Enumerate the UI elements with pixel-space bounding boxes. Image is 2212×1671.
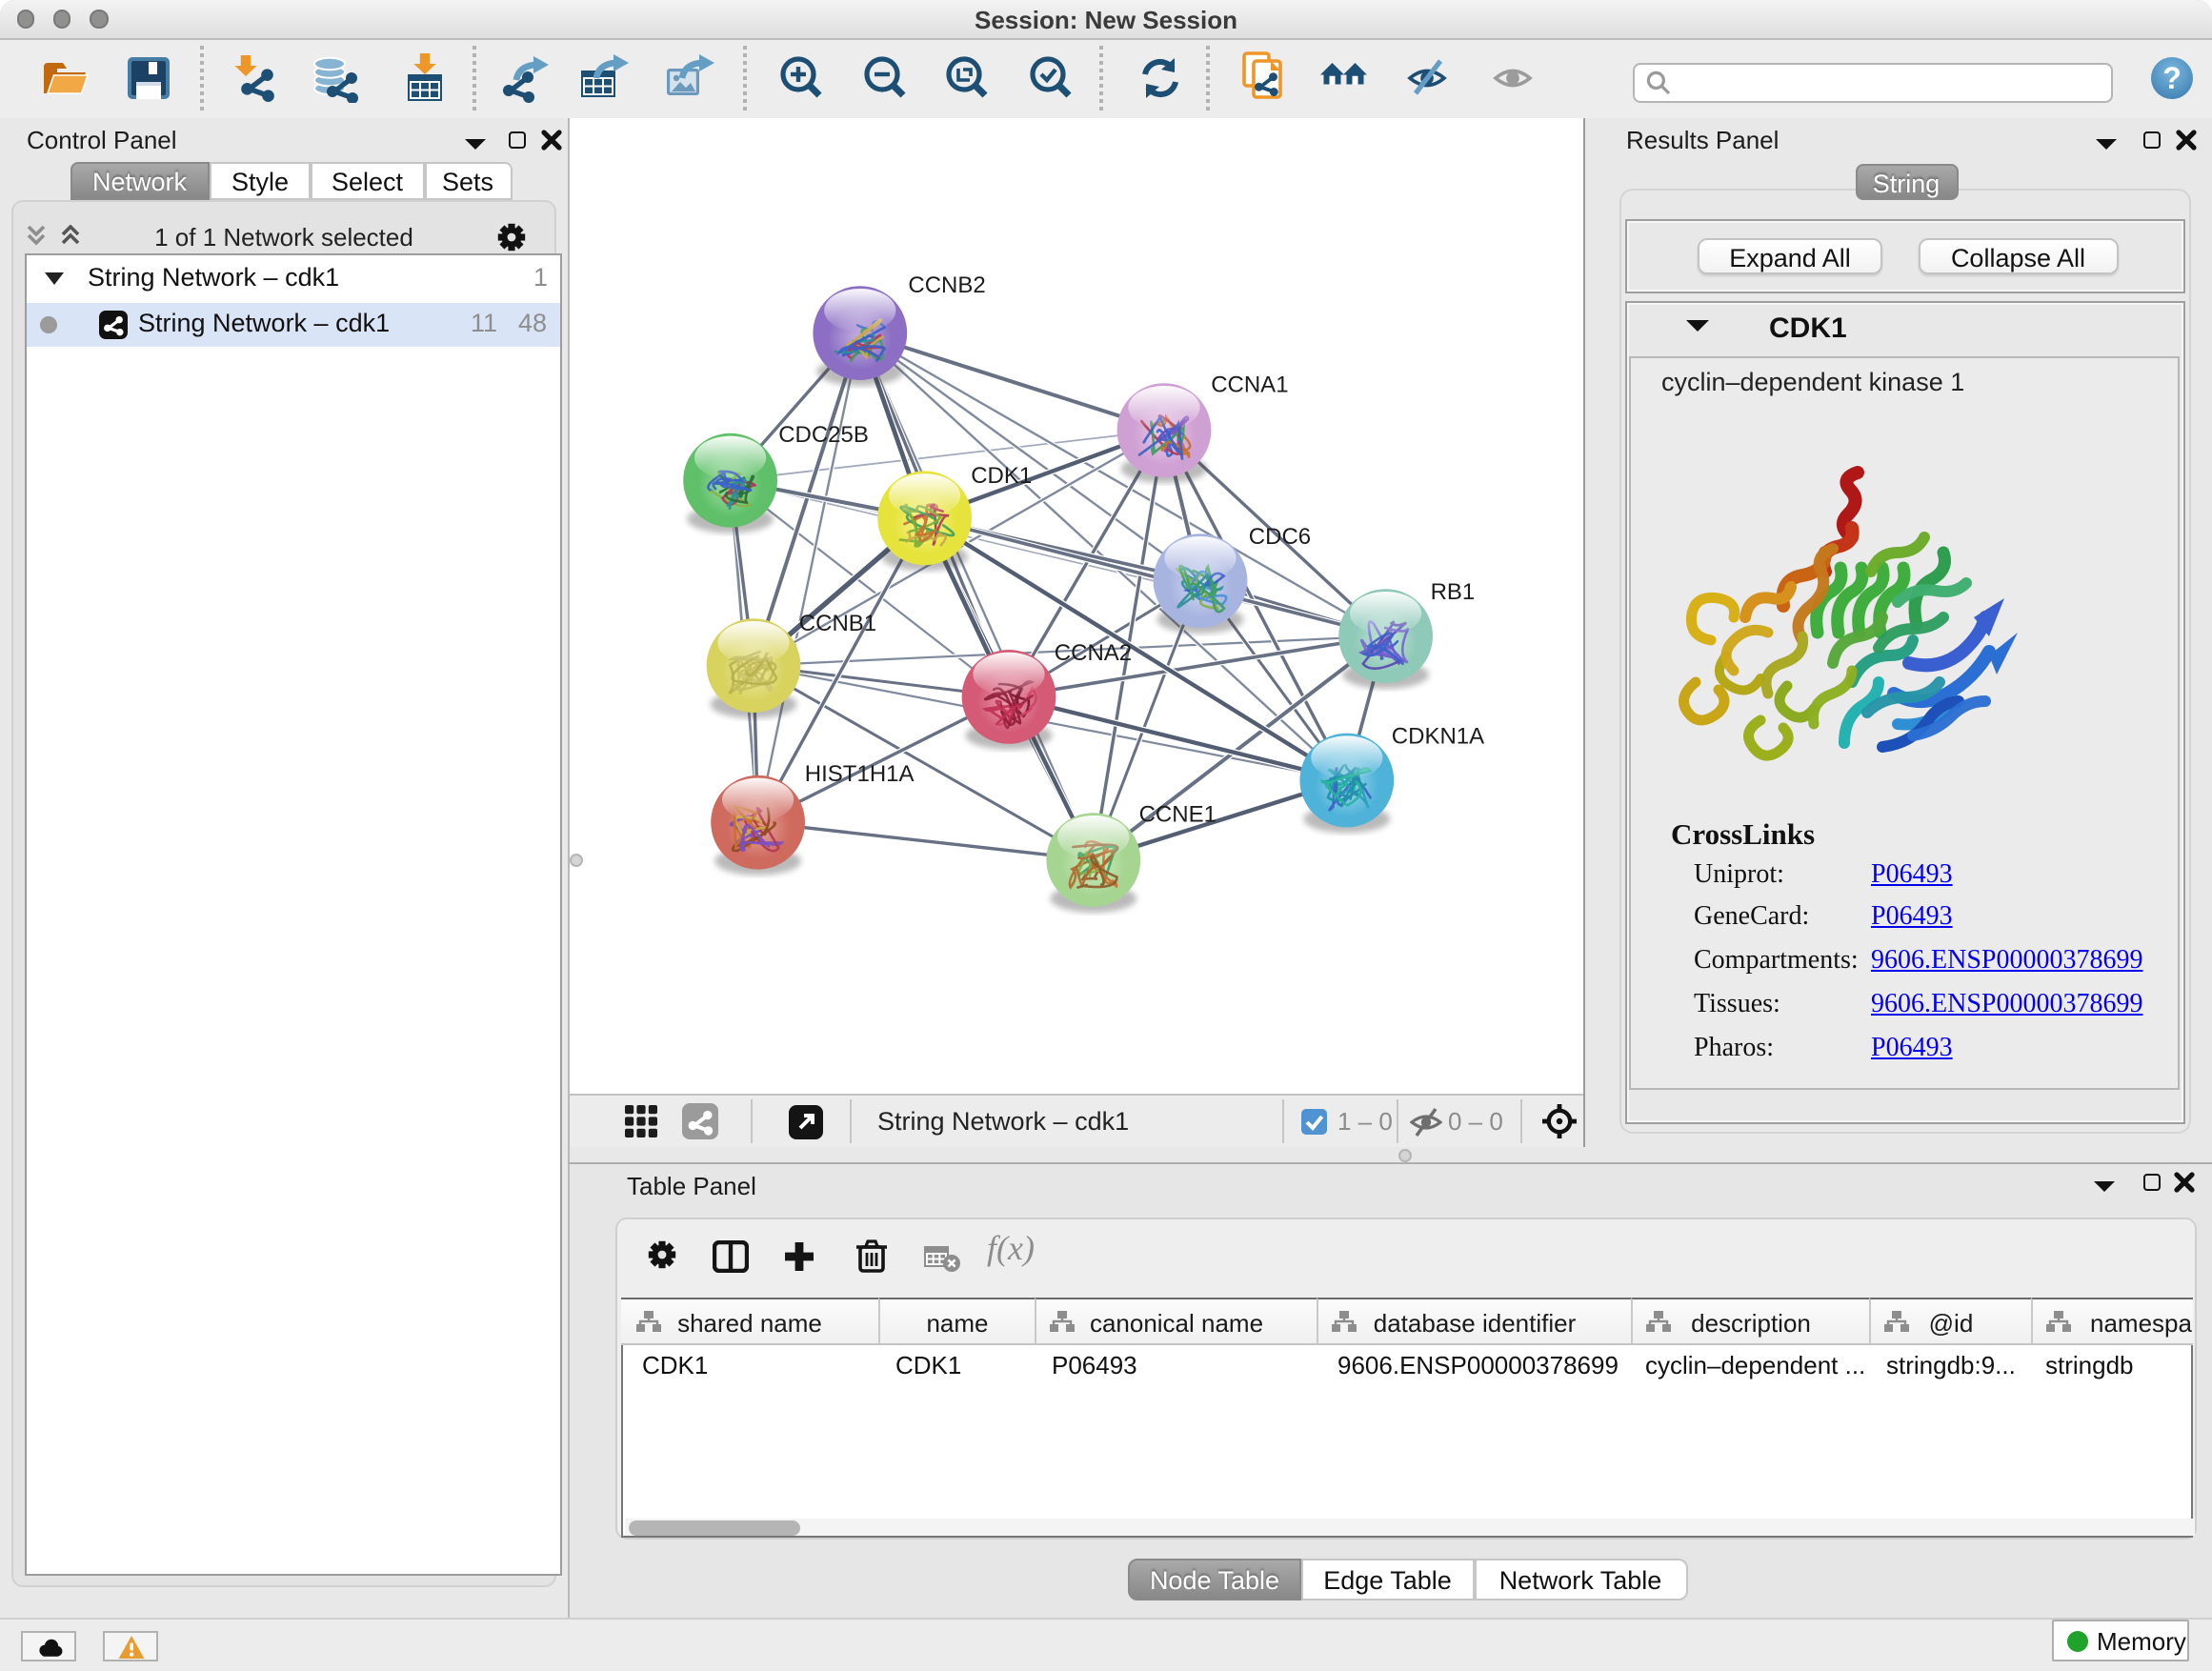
svg-text:CDC6: CDC6 <box>1249 524 1311 550</box>
svg-text:CCNA2: CCNA2 <box>1055 640 1132 666</box>
svg-text:?: ? <box>2162 61 2182 95</box>
svg-text:CCNB1: CCNB1 <box>799 611 876 636</box>
svg-text:CCNB2: CCNB2 <box>908 272 985 298</box>
svg-text:CDKN1A: CDKN1A <box>1392 723 1484 749</box>
svg-text:CCNE1: CCNE1 <box>1139 802 1217 828</box>
svg-text:HIST1H1A: HIST1H1A <box>805 761 915 787</box>
svg-text:CDK1: CDK1 <box>971 463 1032 489</box>
svg-text:RB1: RB1 <box>1431 579 1476 605</box>
svg-text:CCNA1: CCNA1 <box>1211 372 1288 397</box>
svg-text:CDC25B: CDC25B <box>778 422 869 448</box>
